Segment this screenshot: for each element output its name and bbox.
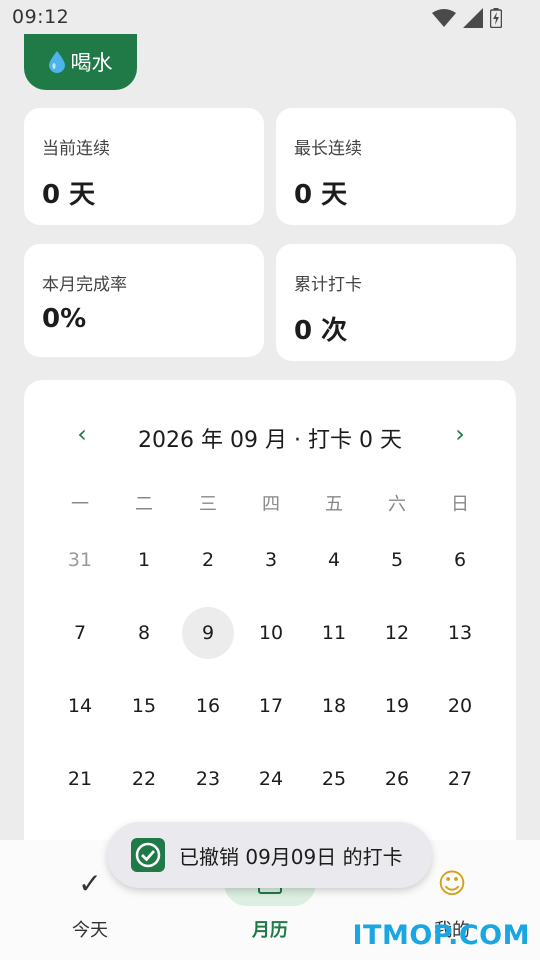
habit-label: 喝水 — [70, 51, 113, 75]
smile-icon: ☺ — [437, 866, 467, 900]
day-cell[interactable]: 9 — [182, 607, 234, 659]
day-cell[interactable]: 23 — [182, 753, 234, 805]
day-cell[interactable]: 27 — [434, 753, 486, 805]
day-cell[interactable]: 25 — [308, 753, 360, 805]
current-streak-card: 当前连续 0 天 — [24, 108, 264, 225]
day-cell[interactable]: 22 — [118, 753, 170, 805]
day-cell[interactable]: 16 — [182, 680, 234, 732]
stat-label: 本月完成率 — [42, 275, 127, 295]
stat-value: 0 天 — [294, 180, 348, 210]
day-cell[interactable]: 31 — [54, 534, 106, 586]
day-cell[interactable]: 13 — [434, 607, 486, 659]
stat-label: 最长连续 — [294, 139, 362, 159]
undo-toast: 已撤销 09月09日 的打卡 — [107, 822, 432, 888]
day-cell[interactable]: 1 — [118, 534, 170, 586]
check-box-icon — [131, 838, 165, 872]
status-time: 09:12 — [12, 6, 70, 28]
weekday-label: 三 — [199, 494, 217, 515]
monthly-rate-card: 本月完成率 0% — [24, 244, 264, 357]
day-cell[interactable]: 3 — [245, 534, 297, 586]
total-checkins-card: 累计打卡 0 次 — [276, 244, 516, 361]
day-cell[interactable]: 5 — [371, 534, 423, 586]
weekday-label: 六 — [388, 494, 406, 515]
day-cell[interactable]: 26 — [371, 753, 423, 805]
longest-streak-card: 最长连续 0 天 — [276, 108, 516, 225]
day-cell[interactable]: 20 — [434, 680, 486, 732]
day-cell[interactable]: 17 — [245, 680, 297, 732]
weekday-label: 四 — [262, 494, 280, 515]
stat-label: 当前连续 — [42, 139, 110, 159]
weekday-label: 一 — [71, 494, 89, 515]
watermark: ITMOP.COM — [352, 920, 530, 951]
nav-label: 月历 — [252, 920, 288, 941]
day-cell[interactable]: 21 — [54, 753, 106, 805]
day-cell[interactable]: 18 — [308, 680, 360, 732]
stat-value: 0 天 — [42, 180, 96, 210]
nav-label: 今天 — [72, 920, 108, 941]
stat-value: 0% — [42, 304, 87, 334]
stat-label: 累计打卡 — [294, 275, 362, 295]
status-bar: 09:12 — [0, 0, 540, 36]
next-month-button[interactable]: › — [440, 414, 480, 454]
weekday-label: 五 — [325, 494, 343, 515]
weekday-label: 日 — [451, 494, 469, 515]
water-drop-icon — [48, 51, 65, 73]
day-cell[interactable]: 4 — [308, 534, 360, 586]
day-cell[interactable]: 24 — [245, 753, 297, 805]
day-cell[interactable]: 6 — [434, 534, 486, 586]
day-cell[interactable]: 2 — [182, 534, 234, 586]
day-cell[interactable]: 8 — [118, 607, 170, 659]
stat-value: 0 次 — [294, 316, 348, 346]
wifi-icon — [432, 9, 456, 27]
day-cell[interactable]: 10 — [245, 607, 297, 659]
day-cell[interactable]: 15 — [118, 680, 170, 732]
day-cell[interactable]: 14 — [54, 680, 106, 732]
habit-chip[interactable]: 喝水 — [24, 34, 137, 90]
checkmark-icon: ✓ — [78, 866, 102, 900]
signal-icon — [463, 8, 483, 28]
battery-icon — [490, 8, 502, 28]
toast-text: 已撤销 09月09日 的打卡 — [179, 844, 403, 869]
calendar-title: 2026 年 09 月 · 打卡 0 天 — [138, 428, 402, 453]
day-cell[interactable]: 12 — [371, 607, 423, 659]
weekday-label: 二 — [135, 494, 153, 515]
day-cell[interactable]: 7 — [54, 607, 106, 659]
status-icons — [432, 8, 502, 28]
day-cell[interactable]: 19 — [371, 680, 423, 732]
day-cell[interactable]: 11 — [308, 607, 360, 659]
